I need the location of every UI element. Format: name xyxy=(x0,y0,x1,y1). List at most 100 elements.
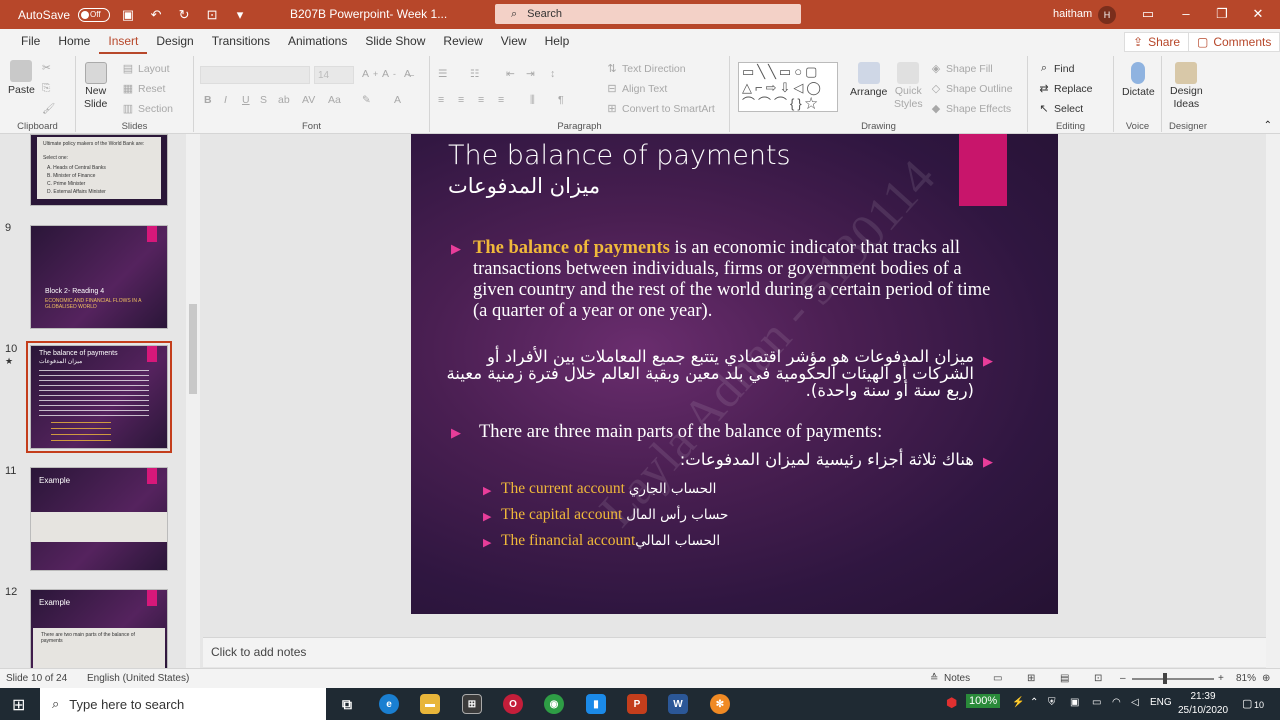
align-center-icon[interactable]: ≡ xyxy=(458,94,464,106)
save-icon[interactable]: ▣ xyxy=(118,7,138,23)
slide-title[interactable]: The balance of payments xyxy=(448,140,791,171)
normal-view-icon[interactable]: ▭ xyxy=(993,673,1002,684)
format-painter-icon[interactable]: 🖌 xyxy=(42,102,55,115)
present-icon[interactable]: ⊡ xyxy=(202,7,222,23)
bullets-icon[interactable]: ☰ xyxy=(438,68,447,80)
underline-icon[interactable]: U xyxy=(242,94,250,106)
rtl-icon[interactable]: ¶ xyxy=(558,94,564,106)
clear-format-icon[interactable]: A̶ xyxy=(404,68,411,80)
network-icon[interactable]: ▣ xyxy=(1070,697,1079,708)
shrink-font-icon[interactable]: A- xyxy=(382,68,396,80)
share-button[interactable]: ⇪ Share xyxy=(1124,32,1190,52)
taskbar-search-input[interactable]: ⌕ Type here to search xyxy=(40,688,326,720)
sub-bullet-current-account[interactable]: The current account الحساب الجاري xyxy=(501,480,716,498)
reading-view-icon[interactable]: ▤ xyxy=(1060,673,1069,684)
numbering-icon[interactable]: ☷ xyxy=(470,68,479,80)
design-ideas-button[interactable]: Design Ideas xyxy=(1170,62,1203,110)
word-icon[interactable]: W xyxy=(668,694,688,714)
zoom-slider-thumb[interactable] xyxy=(1163,673,1167,684)
tray-chevron-icon[interactable]: ⌃ xyxy=(1030,697,1038,708)
thumbnails-scrollbar[interactable] xyxy=(186,134,200,668)
reset-button[interactable]: ▦ Reset xyxy=(122,82,166,96)
smartart-button[interactable]: ⊞ Convert to SmartArt xyxy=(606,102,714,116)
align-left-icon[interactable]: ≡ xyxy=(438,94,444,106)
slide-thumbnail-12[interactable]: Example There are two main parts of the … xyxy=(30,589,168,668)
decrease-indent-icon[interactable]: ⇤ xyxy=(506,68,515,80)
windows-start-icon[interactable]: ⊞ xyxy=(12,695,25,715)
autosave-toggle[interactable]: Off xyxy=(78,7,111,22)
paste-button[interactable]: Paste xyxy=(8,60,35,96)
bullet-paragraph-2-arabic[interactable]: ميزان المدفوعات هو مؤشر اقتصادي يتتبع جم… xyxy=(441,348,974,399)
spacing-icon[interactable]: AV xyxy=(302,94,315,106)
tab-review[interactable]: Review xyxy=(434,29,491,54)
shape-outline-button[interactable]: ◇ Shape Outline xyxy=(930,82,1013,96)
customize-qat-icon[interactable]: ▾ xyxy=(230,7,250,23)
new-slide-button[interactable]: New Slide xyxy=(84,62,107,110)
slide-thumbnail-11[interactable]: Example xyxy=(30,467,168,571)
shape-fill-button[interactable]: ◈ Shape Fill xyxy=(930,62,993,76)
avatar[interactable]: H xyxy=(1098,6,1116,24)
align-right-icon[interactable]: ≡ xyxy=(478,94,484,106)
language-status[interactable]: English (United States) xyxy=(87,673,189,684)
italic-icon[interactable]: I xyxy=(224,94,227,106)
search-input[interactable]: ⌕ Search xyxy=(495,4,801,24)
zoom-out-icon[interactable]: – xyxy=(1120,673,1126,684)
quick-styles-button[interactable]: Quick Styles xyxy=(894,62,923,110)
security-icon[interactable]: ⛨ xyxy=(1048,697,1056,708)
slide-thumbnail-9[interactable]: Block 2- Reading 4 ECONOMIC AND FINANCIA… xyxy=(30,225,168,329)
tab-transitions[interactable]: Transitions xyxy=(203,29,279,54)
sub-bullet-financial-account[interactable]: The financial accountالحساب المالي xyxy=(501,532,720,550)
find-button[interactable]: ⌕ Find xyxy=(1038,62,1075,75)
chrome-icon[interactable]: ◉ xyxy=(544,694,564,714)
increase-indent-icon[interactable]: ⇥ xyxy=(526,68,535,80)
slide-sorter-icon[interactable]: ⊞ xyxy=(1027,673,1035,684)
font-name-input[interactable] xyxy=(200,66,310,84)
notes-pane[interactable]: Click to add notes xyxy=(203,637,1266,667)
volume-icon[interactable]: ◁ xyxy=(1131,697,1139,708)
section-button[interactable]: ▥ Section xyxy=(122,102,173,116)
collapse-ribbon-icon[interactable]: ⌃ xyxy=(1264,120,1272,131)
powerpoint-icon[interactable]: P xyxy=(627,694,647,714)
restore-icon[interactable]: ❐ xyxy=(1212,6,1232,22)
ribbon-display-icon[interactable]: ▭ xyxy=(1138,6,1158,22)
grow-font-icon[interactable]: A + xyxy=(362,68,378,80)
justify-icon[interactable]: ≡ xyxy=(498,94,504,106)
task-view-icon[interactable]: ⧉ xyxy=(337,694,357,714)
tab-view[interactable]: View xyxy=(492,29,536,54)
battery-icon[interactable]: ▭ xyxy=(1092,697,1101,708)
antivirus-icon[interactable]: ⬢ xyxy=(946,695,957,711)
notification-icon[interactable]: ▢ xyxy=(1242,697,1252,710)
file-explorer-icon[interactable]: ▬ xyxy=(420,694,440,714)
current-slide[interactable]: Layla Adnan - 5130114 The balance of pay… xyxy=(411,134,1058,614)
store-icon[interactable]: ⊞ xyxy=(462,694,482,714)
highlight-icon[interactable]: ✎ xyxy=(362,94,371,106)
edge-icon[interactable]: e xyxy=(379,694,399,714)
plug-icon[interactable]: ⚡ xyxy=(1012,697,1024,708)
comments-button[interactable]: ▢ Comments xyxy=(1188,32,1280,52)
change-case-icon[interactable]: Aa xyxy=(328,94,341,106)
dictate-button[interactable]: Dictate xyxy=(1122,62,1155,98)
input-language[interactable]: ENG xyxy=(1150,697,1172,708)
layout-button[interactable]: ▤ Layout xyxy=(122,62,170,76)
notes-toggle-icon[interactable]: ≙ xyxy=(930,673,938,684)
line-spacing-icon[interactable]: ↕ xyxy=(550,68,555,80)
select-button[interactable]: ↖ Select xyxy=(1038,102,1083,116)
strikethrough-icon[interactable]: ab xyxy=(278,94,290,106)
close-icon[interactable]: ✕ xyxy=(1248,6,1268,22)
slide-thumbnail-8[interactable]: Ultimate policy makers of the World Bank… xyxy=(30,134,168,206)
replace-button[interactable]: ⇄ Replace xyxy=(1038,82,1092,96)
bullet-paragraph-1[interactable]: The balance of payments is an economic i… xyxy=(473,238,993,322)
sub-bullet-capital-account[interactable]: The capital account حساب رأس المال xyxy=(501,506,728,524)
shadow-icon[interactable]: S xyxy=(260,94,267,106)
tab-insert[interactable]: Insert xyxy=(99,29,148,54)
slideshow-view-icon[interactable]: ⊡ xyxy=(1094,673,1102,684)
battery-percentage[interactable]: 100% xyxy=(966,694,1001,708)
tab-slide-show[interactable]: Slide Show xyxy=(356,29,434,54)
bold-icon[interactable]: B xyxy=(204,94,212,106)
columns-icon[interactable]: ⫼ xyxy=(530,94,535,107)
bullet-paragraph-3[interactable]: There are three main parts of the balanc… xyxy=(479,422,882,443)
tab-animations[interactable]: Animations xyxy=(279,29,356,54)
shapes-gallery[interactable]: ▭╲╲▭○▢ △⌐⇨⇩◁◯ ⌒⌒⌒{}☆ xyxy=(738,62,838,112)
scrollbar-thumb[interactable] xyxy=(189,304,197,394)
align-text-button[interactable]: ⊟ Align Text xyxy=(606,82,667,96)
